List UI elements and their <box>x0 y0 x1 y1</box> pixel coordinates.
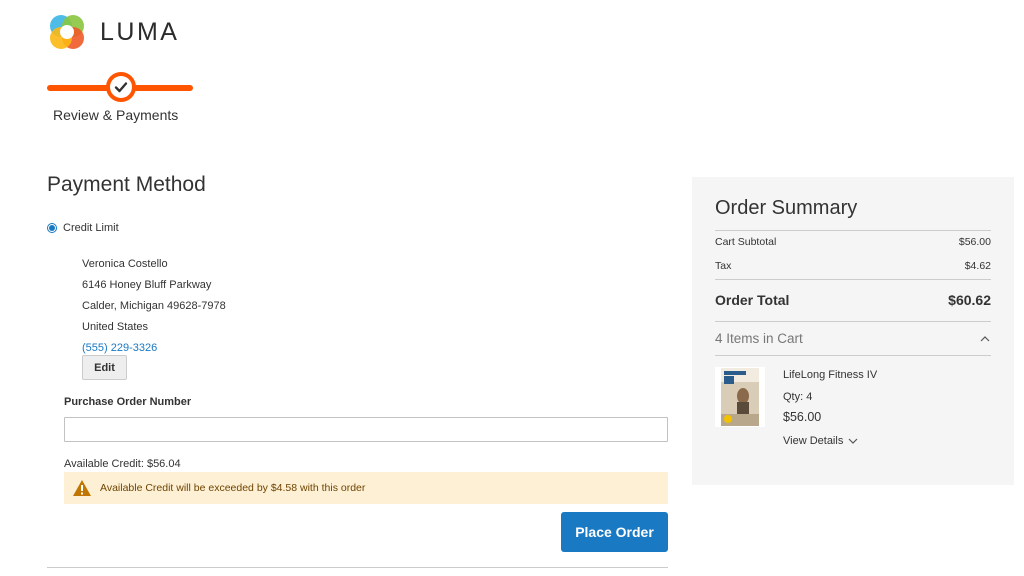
divider <box>715 279 991 280</box>
order-total-value: $60.62 <box>948 292 991 308</box>
product-thumbnail <box>715 367 765 427</box>
subtotal-value: $56.00 <box>958 236 991 248</box>
order-total-row: Order Total $60.62 <box>715 292 991 308</box>
subtotal-label: Cart Subtotal <box>715 236 777 248</box>
tax-value: $4.62 <box>964 260 991 272</box>
credit-limit-radio[interactable] <box>47 223 57 233</box>
view-details-label[interactable]: View Details <box>783 435 843 447</box>
progress-step <box>106 72 136 102</box>
warning-text: Available Credit will be exceeded by $4.… <box>100 482 366 494</box>
order-summary-title: Order Summary <box>715 197 858 219</box>
po-number-input[interactable] <box>64 417 668 442</box>
credit-limit-option[interactable]: Credit Limit <box>47 222 119 234</box>
available-credit-text: Available Credit: $56.04 <box>64 458 181 470</box>
divider <box>47 567 668 568</box>
credit-limit-label[interactable]: Credit Limit <box>63 222 119 234</box>
brand-name: LUMA <box>100 17 180 46</box>
items-in-cart-toggle[interactable]: 4 Items in Cart <box>715 331 991 346</box>
product-qty: Qty: 4 <box>783 391 813 403</box>
address-city: Calder, Michigan 49628-7978 <box>82 300 226 312</box>
address-street: 6146 Honey Bluff Parkway <box>82 279 212 291</box>
luma-logo[interactable]: LUMA <box>47 12 179 52</box>
order-total-label: Order Total <box>715 292 790 308</box>
checkout-progress <box>47 72 193 104</box>
chevron-down-icon[interactable] <box>847 437 859 445</box>
view-details-toggle[interactable]: View Details <box>783 435 859 447</box>
edit-address-button[interactable]: Edit <box>82 355 127 380</box>
divider <box>715 230 991 231</box>
check-icon <box>114 82 128 93</box>
luma-logo-icon <box>50 15 84 49</box>
items-in-cart-label[interactable]: 4 Items in Cart <box>715 331 803 346</box>
divider <box>715 321 991 322</box>
place-order-button[interactable]: Place Order <box>561 512 668 552</box>
order-summary: Order Summary Cart Subtotal $56.00 Tax $… <box>692 177 1014 485</box>
chevron-up-icon[interactable] <box>979 335 991 343</box>
product-price: $56.00 <box>783 410 822 424</box>
billing-address: Veronica Costello 6146 Honey Bluff Parkw… <box>82 254 226 359</box>
payment-method-title: Payment Method <box>47 173 206 196</box>
divider <box>715 355 991 356</box>
credit-warning-message: Available Credit will be exceeded by $4.… <box>64 472 668 504</box>
product-name: LifeLong Fitness IV <box>783 369 878 381</box>
subtotal-row: Cart Subtotal $56.00 <box>715 236 991 248</box>
warning-icon <box>72 479 92 497</box>
tax-label: Tax <box>715 260 732 272</box>
tax-row: Tax $4.62 <box>715 260 991 272</box>
address-country: United States <box>82 321 149 333</box>
progress-step-label[interactable]: Review & Payments <box>53 107 178 123</box>
address-name: Veronica Costello <box>82 258 168 270</box>
po-number-label: Purchase Order Number <box>64 396 192 408</box>
